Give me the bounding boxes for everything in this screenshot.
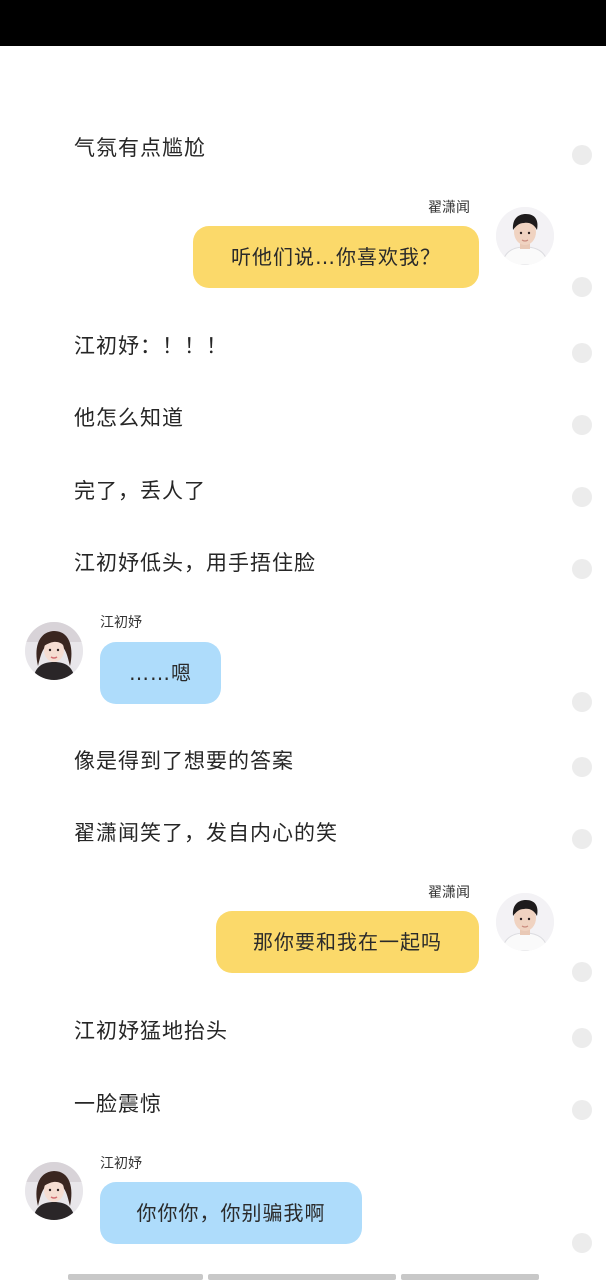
comment-dot-icon[interactable] [572,487,592,507]
chat-story-feed[interactable]: 气氛有点尴尬 翟潇闻 听他们说…你喜欢我？ 江初妤：！！！ 他怎么知道 完了，丢… [0,0,606,1280]
speaker-name: 翟潇闻 [428,200,470,216]
narration-line: 江初妤猛地抬头 [74,1019,228,1043]
boy-avatar[interactable] [496,893,554,951]
bottom-tab-indicator [401,1274,539,1280]
narration-line: 江初妤：！！！ [74,334,228,358]
comment-dot-icon[interactable] [572,145,592,165]
narration-line: 完了，丢人了 [74,479,206,503]
comment-dot-icon[interactable] [572,829,592,849]
chat-bubble-text: 那你要和我在一起吗 [253,930,442,954]
narration-line: 像是得到了想要的答案 [74,749,294,773]
narration-line: 他怎么知道 [74,406,184,430]
narration-line: 气氛有点尴尬 [74,136,206,160]
comment-dot-icon[interactable] [572,415,592,435]
speaker-name: 江初妤 [100,1156,142,1172]
bottom-tab-indicator [208,1274,396,1280]
speaker-name: 江初妤 [100,615,142,631]
narration-line: 翟潇闻笑了，发自内心的笑 [74,821,338,845]
comment-dot-icon[interactable] [572,1028,592,1048]
chat-bubble-text: 你你你，你别骗我啊 [136,1201,326,1225]
chat-bubble-text: ……嗯 [129,661,192,685]
speaker-name: 翟潇闻 [428,885,470,901]
comment-dot-icon[interactable] [572,343,592,363]
narration-line: 一脸震惊 [74,1092,162,1116]
girl-avatar[interactable] [25,622,83,680]
comment-dot-icon[interactable] [572,559,592,579]
comment-dot-icon[interactable] [572,757,592,777]
comment-dot-icon[interactable] [572,277,592,297]
girl-avatar[interactable] [25,1162,83,1220]
chat-bubble-right: 那你要和我在一起吗 [216,911,479,973]
comment-dot-icon[interactable] [572,1233,592,1253]
comment-dot-icon[interactable] [572,962,592,982]
chat-bubble-right: 听他们说…你喜欢我？ [193,226,479,288]
bottom-tab-indicator [68,1274,203,1280]
chat-bubble-left: ……嗯 [100,642,221,704]
boy-avatar[interactable] [496,207,554,265]
comment-dot-icon[interactable] [572,1100,592,1120]
chat-bubble-text: 听他们说…你喜欢我？ [231,245,441,269]
comment-dot-icon[interactable] [572,692,592,712]
narration-line: 江初妤低头，用手捂住脸 [74,551,316,575]
chat-bubble-left: 你你你，你别骗我啊 [100,1182,362,1244]
